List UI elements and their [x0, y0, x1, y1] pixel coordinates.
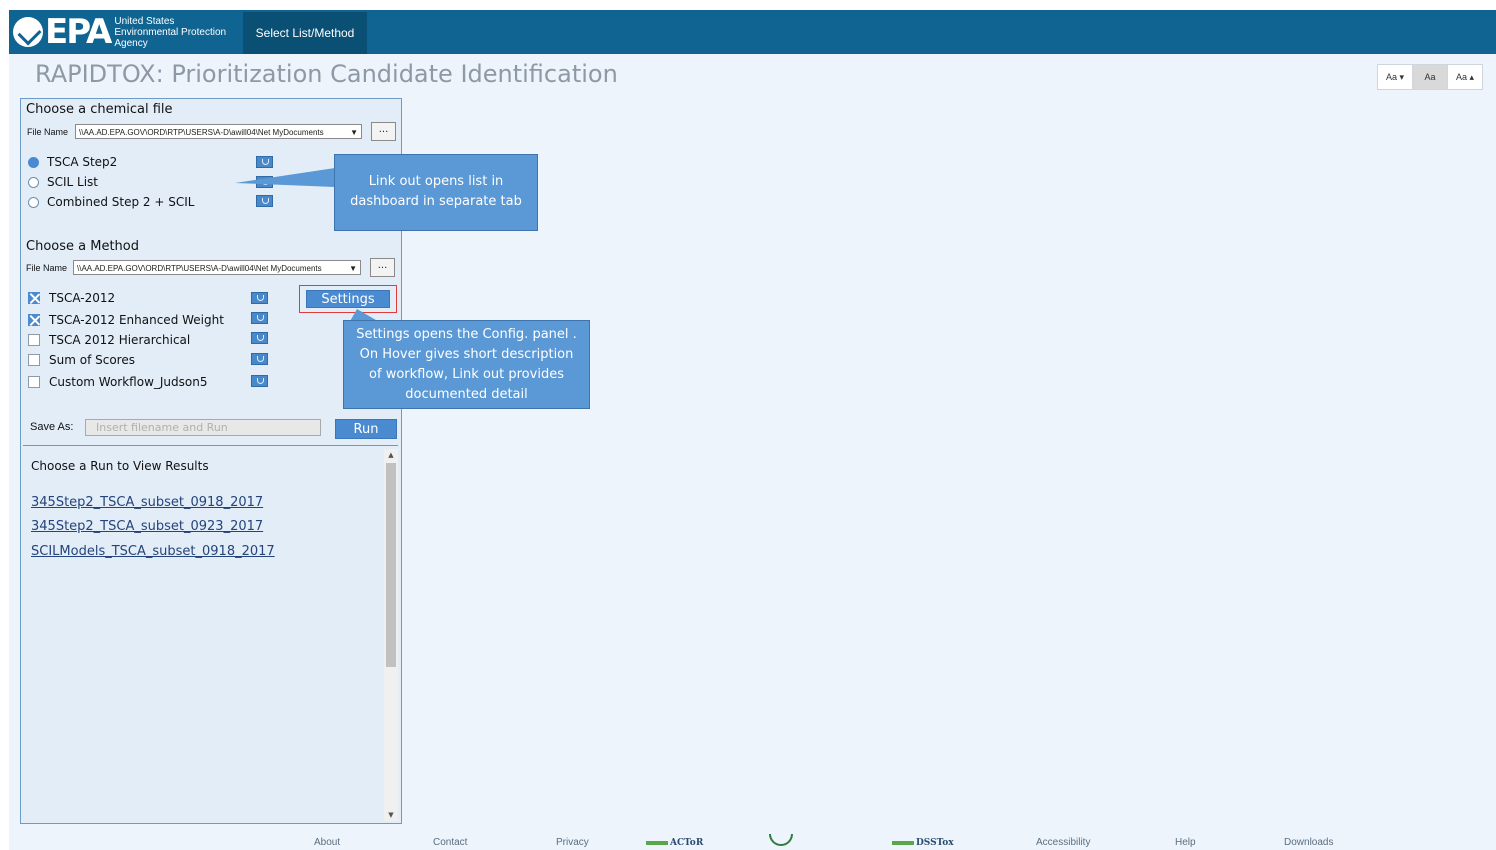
method-option-label: Sum of Scores [49, 353, 135, 367]
link-out-icon[interactable] [251, 292, 268, 304]
font-increase-button[interactable]: Aa ▴ [1447, 65, 1482, 89]
footer: About Contact Privacy ACToR DSSTox Acces… [9, 834, 1496, 850]
logo-text: EPA [45, 12, 112, 52]
chemical-file-path: \\AA.AD.EPA.GOV\ORD\RTP\USERS\A-D\awill0… [79, 128, 324, 137]
method-option-label: TSCA 2012 Hierarchical [49, 333, 191, 347]
chemical-option-label: TSCA Step2 [47, 155, 118, 169]
chemical-option[interactable]: TSCA Step2 [28, 155, 117, 169]
checkbox-checked-icon[interactable] [28, 292, 40, 304]
chemical-option[interactable]: SCIL List [28, 175, 98, 189]
method-file-browse-button[interactable]: ... [370, 258, 395, 277]
method-file-select[interactable]: \\AA.AD.EPA.GOV\ORD\RTP\USERS\A-D\awill0… [73, 260, 361, 275]
chemical-file-browse-button[interactable]: ... [371, 122, 396, 141]
chemical-option-label: Combined Step 2 + SCIL [47, 195, 195, 209]
method-option-label: TSCA-2012 [49, 291, 116, 305]
agency-line: Agency [114, 37, 148, 49]
epa-logo[interactable]: EPA United States Environmental Protecti… [13, 12, 226, 52]
run-result-link[interactable]: SCILModels_TSCA_subset_0918_2017 [31, 544, 275, 559]
font-reset-button[interactable]: Aa [1412, 65, 1447, 89]
link-out-icon[interactable] [256, 176, 273, 188]
method-option-label: TSCA-2012 Enhanced Weight [49, 313, 224, 327]
footer-link-privacy[interactable]: Privacy [556, 837, 589, 848]
top-navigation-bar: EPA United States Environmental Protecti… [9, 10, 1496, 54]
method-file-path: \\AA.AD.EPA.GOV\ORD\RTP\USERS\A-D\awill0… [77, 264, 322, 273]
link-out-callout: Link out opens list in dashboard in sepa… [334, 154, 538, 231]
run-result-link[interactable]: 345Step2_TSCA_subset_0923_2017 [31, 519, 263, 534]
actor-logo-text: ACToR [670, 838, 704, 848]
save-filename-input[interactable]: Insert filename and Run [85, 419, 321, 436]
settings-button[interactable]: Settings [306, 290, 390, 308]
epa-flower-icon [13, 17, 43, 47]
scroll-thumb[interactable] [386, 463, 396, 667]
results-scrollbar[interactable]: ▲ ▼ [384, 449, 398, 821]
dsstox-logo-text: DSSTox [916, 838, 954, 848]
agency-name: United States Environmental Protection A… [114, 16, 226, 49]
footer-link-help[interactable]: Help [1175, 837, 1196, 848]
font-size-controls: Aa ▾ Aa Aa ▴ [1377, 64, 1483, 90]
page-title: RAPIDTOX: Prioritization Candidate Ident… [35, 60, 618, 88]
chemical-option-label: SCIL List [47, 175, 99, 189]
method-option-label: Custom Workflow_Judson5 [49, 375, 208, 389]
radio-icon[interactable] [28, 196, 39, 208]
method-option[interactable]: TSCA-2012 Enhanced Weight [28, 313, 224, 327]
radio-selected-icon[interactable] [28, 156, 39, 168]
link-out-icon[interactable] [251, 375, 268, 387]
link-out-icon[interactable] [251, 353, 268, 365]
footer-link-contact[interactable]: Contact [433, 837, 467, 848]
chemical-file-heading: Choose a chemical file [26, 102, 173, 117]
checkbox-icon[interactable] [28, 354, 40, 366]
divider [23, 445, 398, 446]
footer-link-about[interactable]: About [314, 837, 340, 848]
chevron-down-icon: ▼ [350, 128, 358, 137]
link-out-icon[interactable] [251, 312, 268, 324]
link-out-icon[interactable] [256, 195, 273, 207]
method-option[interactable]: TSCA 2012 Hierarchical [28, 333, 190, 347]
footer-link-accessibility[interactable]: Accessibility [1036, 837, 1090, 848]
chemical-file-select[interactable]: \\AA.AD.EPA.GOV\ORD\RTP\USERS\A-D\awill0… [75, 124, 362, 139]
checkbox-icon[interactable] [28, 376, 40, 388]
run-button[interactable]: Run [335, 419, 397, 439]
method-option[interactable]: Sum of Scores [28, 353, 135, 367]
dsstox-logo[interactable]: DSSTox [892, 838, 954, 848]
method-option[interactable]: TSCA-2012 [28, 291, 115, 305]
footer-link-downloads[interactable]: Downloads [1284, 837, 1333, 848]
checkbox-checked-icon[interactable] [28, 314, 40, 326]
chevron-down-icon: ▼ [349, 264, 357, 273]
agency-line: Environmental Protection [114, 26, 227, 38]
results-list: Choose a Run to View Results 345Step2_TS… [23, 449, 398, 821]
epa-seal-icon [769, 834, 793, 846]
method-option[interactable]: Custom Workflow_Judson5 [28, 375, 207, 389]
results-heading: Choose a Run to View Results [31, 459, 209, 473]
settings-callout: Settings opens the Config. panel . On Ho… [343, 320, 590, 409]
method-file-name-label: File Name [26, 263, 68, 273]
app-frame: EPA United States Environmental Protecti… [9, 10, 1496, 850]
scroll-up-icon[interactable]: ▲ [384, 449, 398, 461]
link-out-icon[interactable] [256, 156, 273, 168]
chemical-file-name-label: File Name [27, 127, 69, 137]
agency-line: United States [114, 15, 175, 27]
chemical-option[interactable]: Combined Step 2 + SCIL [28, 195, 194, 209]
font-decrease-button[interactable]: Aa ▾ [1378, 65, 1412, 89]
method-heading: Choose a Method [26, 239, 139, 254]
scroll-down-icon[interactable]: ▼ [384, 809, 398, 821]
checkbox-icon[interactable] [28, 334, 40, 346]
run-result-link[interactable]: 345Step2_TSCA_subset_0918_2017 [31, 495, 263, 510]
green-bar-icon [646, 840, 668, 845]
tab-select-list-method[interactable]: Select List/Method [243, 12, 367, 54]
actor-logo[interactable]: ACToR [646, 838, 703, 848]
radio-icon[interactable] [28, 176, 39, 188]
save-as-label: Save As: [30, 421, 74, 433]
link-out-icon[interactable] [251, 332, 268, 344]
green-bar-icon [892, 840, 914, 845]
